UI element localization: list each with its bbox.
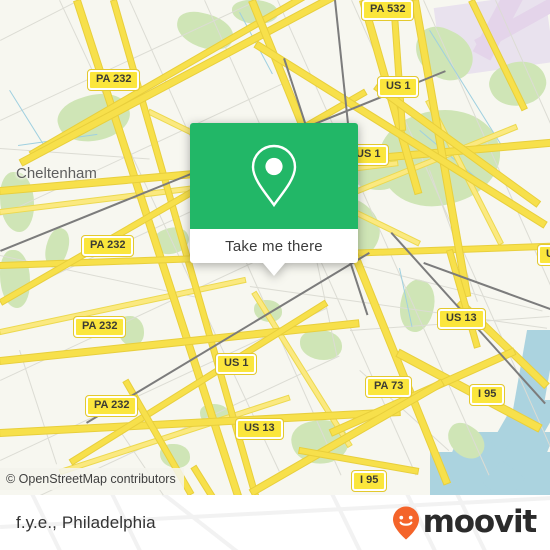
highway-shield[interactable]: I 95	[468, 384, 506, 406]
place-title: f.y.e., Philadelphia	[16, 512, 156, 532]
location-pin-icon	[251, 144, 297, 208]
attribution-text: © OpenStreetMap contributors	[6, 472, 176, 486]
map-canvas[interactable]: Cheltenham PA 232 PA 532 US 1 US 1 PA 23…	[0, 0, 550, 495]
moovit-logo[interactable]: moovit	[391, 504, 538, 541]
highway-shield[interactable]: PA 232	[86, 69, 141, 91]
highway-shield[interactable]: PA 232	[84, 395, 139, 417]
highway-shield[interactable]: PA 232	[80, 235, 135, 257]
map-attribution[interactable]: © OpenStreetMap contributors	[0, 468, 184, 490]
take-me-there-button[interactable]: Take me there	[190, 229, 358, 263]
highway-shield[interactable]: US 13	[437, 308, 486, 330]
highway-shield[interactable]: PA 232	[72, 316, 127, 338]
app-screen: Cheltenham PA 232 PA 532 US 1 US 1 PA 23…	[0, 0, 550, 550]
highway-shield[interactable]: I 95	[350, 470, 388, 492]
place-label-cheltenham: Cheltenham	[16, 165, 97, 182]
location-callout[interactable]: Take me there	[190, 123, 358, 276]
highway-shield[interactable]: US 1	[214, 353, 258, 375]
callout-pointer	[263, 263, 285, 276]
highway-shield[interactable]: U	[537, 244, 550, 266]
highway-shield[interactable]: US 1	[376, 76, 420, 98]
highway-shield[interactable]: PA 73	[364, 376, 413, 398]
moovit-wordmark: moovit	[422, 504, 538, 540]
callout-image-panel	[190, 123, 358, 229]
moovit-pin-icon	[392, 506, 419, 539]
footer-bar: f.y.e., Philadelphia moovit	[0, 495, 550, 550]
highway-shield[interactable]: US 13	[235, 418, 284, 440]
highway-shield[interactable]: PA 532	[360, 0, 415, 21]
